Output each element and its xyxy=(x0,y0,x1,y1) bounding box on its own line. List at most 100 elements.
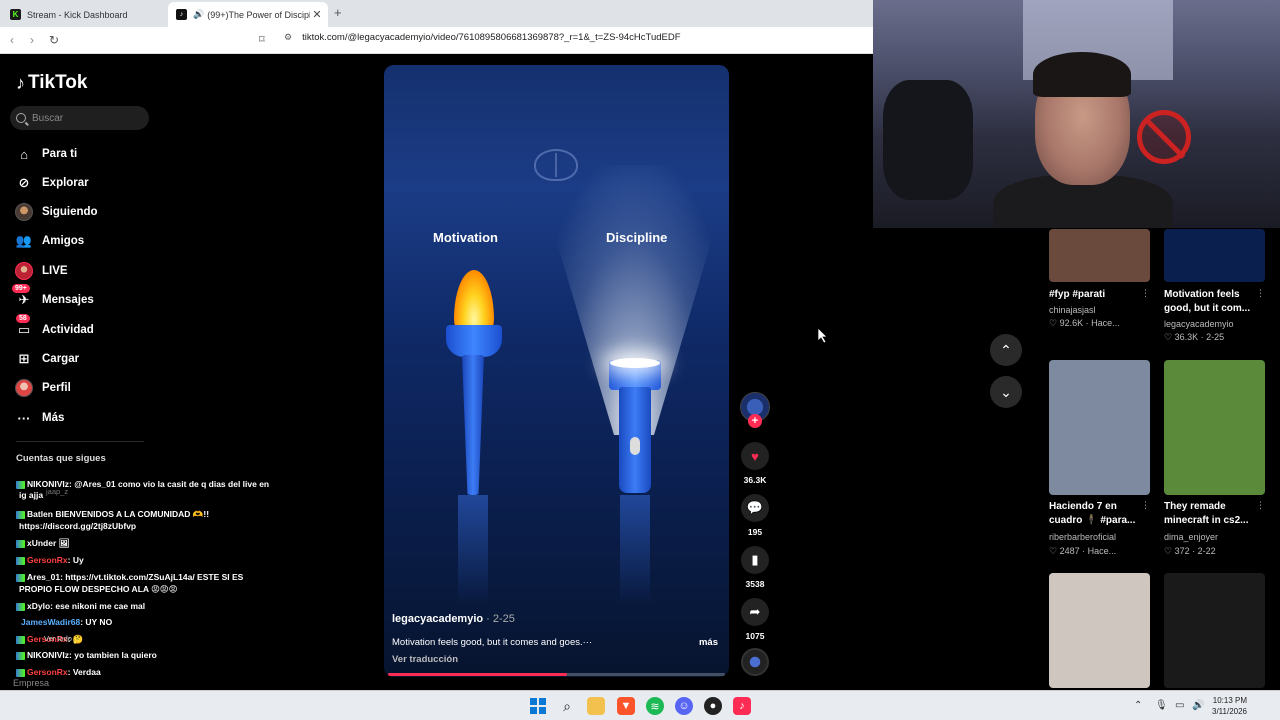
video-author[interactable]: legacyacademyio xyxy=(1164,319,1234,329)
see-translation-link[interactable]: Ver traducción xyxy=(392,654,458,665)
webcam-background-object xyxy=(883,80,973,200)
tiktok-note-icon: ♪ xyxy=(16,72,25,93)
more-options-icon[interactable]: ⋮ xyxy=(1141,288,1150,299)
chevron-up-icon[interactable]: ⌃ xyxy=(1134,700,1142,711)
clock-date: 3/11/2026 xyxy=(1212,707,1247,716)
volume-icon[interactable]: 🔊 xyxy=(1192,700,1204,711)
video-progress-bar[interactable] xyxy=(388,673,725,676)
comment-icon: 💬 xyxy=(741,494,769,522)
tiktok-icon: ♪ xyxy=(176,9,187,20)
video-author[interactable]: dima_enjoyer xyxy=(1164,532,1218,542)
sidebar-item-explorar[interactable]: ⊘ Explorar xyxy=(14,172,89,194)
address-bar[interactable]: ⚙ tiktok.com/@legacyacademyio/video/7610… xyxy=(284,32,681,43)
sidebar-divider xyxy=(16,441,144,442)
messages-badge: 99+ xyxy=(12,284,30,293)
search-icon[interactable]: ⌕ xyxy=(558,697,576,715)
save-button[interactable]: ▮ 3538 xyxy=(740,546,770,589)
recommended-video[interactable]: #fyp #parati ⋮ chinajasjasl ♡ 92.6K · Ha… xyxy=(1049,229,1150,328)
sidebar-item-perfil[interactable]: Perfil xyxy=(14,377,71,399)
video-title: Motivation feels good, but it com... xyxy=(1164,289,1251,314)
recommended-video[interactable] xyxy=(1049,573,1150,688)
recommended-video[interactable] xyxy=(1164,573,1265,688)
video-author[interactable]: chinajasjasl xyxy=(1049,305,1096,315)
tiktok-app-icon[interactable]: ♪ xyxy=(733,697,751,715)
tab-kick-dashboard[interactable]: K Stream - Kick Dashboard xyxy=(2,2,167,27)
sound-disc-icon[interactable] xyxy=(741,648,769,676)
video-title: They remade minecraft in cs2... xyxy=(1164,501,1249,526)
footer-empresa-link[interactable]: Empresa xyxy=(13,678,49,688)
video-title: #fyp #parati xyxy=(1049,289,1106,300)
sidebar-item-para-ti[interactable]: ⌂ Para ti xyxy=(14,143,77,165)
follow-plus-icon[interactable]: + xyxy=(748,414,762,428)
sidebar-item-mas[interactable]: ··· Más xyxy=(14,407,65,429)
kick-icon: K xyxy=(10,9,21,20)
video-player[interactable]: Motivation Discipline legacyacademyio · … xyxy=(384,65,729,677)
sidebar-item-amigos[interactable]: 👥 Amigos xyxy=(14,230,84,252)
tiktok-logo[interactable]: ♪ TikTok xyxy=(16,72,87,94)
flashlight-reflection xyxy=(620,495,650,605)
video-thumbnail[interactable] xyxy=(1049,229,1150,282)
share-button[interactable]: ➦ 1075 xyxy=(740,598,770,641)
previous-video-button[interactable]: ⌃ xyxy=(990,334,1022,366)
sidebar-item-live[interactable]: LIVE xyxy=(14,260,68,282)
search-placeholder: Buscar xyxy=(32,112,64,124)
sidebar-item-mensajes[interactable]: ✈ 99+ Mensajes xyxy=(12,284,94,311)
recommended-video[interactable]: Haciendo 7 en cuadro 🕴 #para... ⋮ riberb… xyxy=(1049,360,1150,556)
recommended-video[interactable]: They remade minecraft in cs2... ⋮ dima_e… xyxy=(1164,360,1265,556)
video-thumbnail[interactable] xyxy=(1164,573,1265,688)
brave-browser-icon[interactable]: ▼ xyxy=(617,697,635,715)
search-icon xyxy=(16,113,26,123)
video-label-motivation: Motivation xyxy=(433,230,498,245)
tab-tiktok-video[interactable]: ♪ 🔊 (99+)The Power of Discipline ✕ xyxy=(168,2,328,27)
windows-start-icon[interactable] xyxy=(529,697,547,715)
bookmark-icon[interactable]: ⌑ xyxy=(259,33,265,46)
sidebar-item-actividad[interactable]: ▭ 58 Actividad xyxy=(14,314,94,341)
chat-message-cont: PROPIO FLOW DESPECHO ALA 😡😡😡 xyxy=(19,584,178,594)
more-options-icon[interactable]: ⋮ xyxy=(1256,288,1265,299)
friends-icon: 👥 xyxy=(15,233,33,248)
video-caption: Motivation feels good, but it comes and … xyxy=(392,637,593,648)
back-icon[interactable]: ‹ xyxy=(10,33,14,47)
sidebar-item-cargar[interactable]: ⊞ Cargar xyxy=(14,348,80,370)
system-clock[interactable]: 10:13 PM 3/11/2026 xyxy=(1212,695,1247,717)
video-thumbnail[interactable] xyxy=(1164,229,1265,282)
chat-message-cont: ig ajja xyxy=(19,490,44,500)
video-thumbnail[interactable] xyxy=(1049,360,1150,495)
chat-see-all-link[interactable]: Ver todo xyxy=(44,634,72,643)
chat-message-cont: https://discord.gg/2tj8zUbfvp xyxy=(19,521,137,531)
site-info-icon[interactable]: ⚙ xyxy=(284,32,292,43)
close-icon[interactable]: ✕ xyxy=(310,8,324,21)
discord-icon[interactable]: ☺ xyxy=(675,697,693,715)
network-icon[interactable]: ▭ xyxy=(1175,700,1184,711)
file-explorer-icon[interactable] xyxy=(587,697,605,715)
more-options-icon[interactable]: ⋮ xyxy=(1141,500,1150,511)
video-thumbnail[interactable] xyxy=(1049,573,1150,688)
home-icon: ⌂ xyxy=(20,146,28,162)
webcam-person-hair xyxy=(1033,52,1131,97)
video-stats: ♡ 372 · 2-22 xyxy=(1164,546,1216,556)
sidebar-item-siguiendo[interactable]: Siguiendo xyxy=(14,201,98,223)
next-video-button[interactable]: ⌄ xyxy=(990,376,1022,408)
recommended-video[interactable]: Motivation feels good, but it com... ⋮ l… xyxy=(1164,229,1265,342)
forward-icon[interactable]: › xyxy=(30,33,34,47)
obs-icon[interactable]: ● xyxy=(704,697,722,715)
chat-message: Ares_01: https://vt.tiktok.com/ZSuAjL14a… xyxy=(16,572,243,583)
sidebar-item-label: Perfil xyxy=(42,382,71,394)
mouse-cursor-icon xyxy=(818,328,828,343)
caption-more-link[interactable]: más xyxy=(699,637,718,648)
sidebar-item-label: Explorar xyxy=(42,177,89,189)
video-author[interactable]: riberbarberoficial xyxy=(1049,532,1116,542)
reload-icon[interactable]: ↻ xyxy=(49,33,59,47)
video-author[interactable]: legacyacademyio · 2-25 xyxy=(392,613,515,625)
spotify-icon[interactable]: ≋ xyxy=(646,697,664,715)
speaker-icon[interactable]: 🔊 xyxy=(193,9,204,20)
like-button[interactable]: ♥ 36.3K xyxy=(740,442,770,485)
chat-message: xDylo: ese nikoni me cae mal xyxy=(16,601,145,612)
more-options-icon[interactable]: ⋮ xyxy=(1256,500,1265,511)
comment-button[interactable]: 💬 195 xyxy=(740,494,770,537)
sidebar-item-label: Amigos xyxy=(42,235,85,247)
video-thumbnail[interactable] xyxy=(1164,360,1265,495)
microphone-icon[interactable]: 🎙 xyxy=(1155,700,1168,711)
new-tab-button[interactable]: + xyxy=(334,5,342,20)
search-input[interactable]: Buscar xyxy=(10,106,149,130)
